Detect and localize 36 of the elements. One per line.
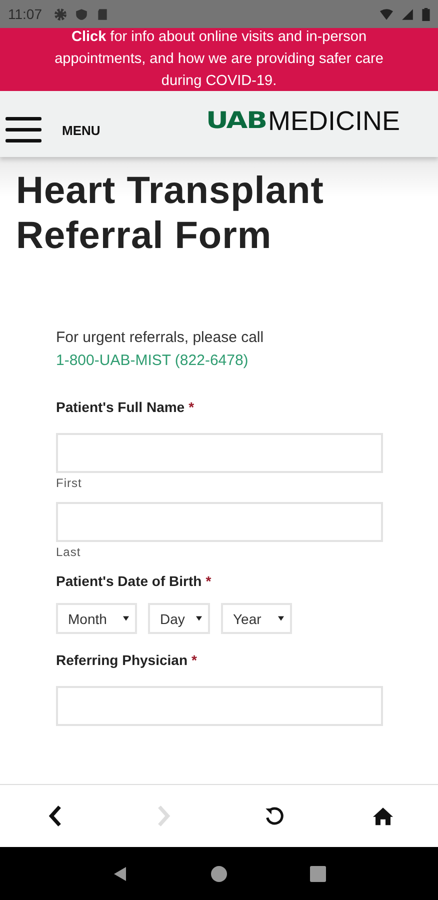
logo-mark: UAB	[206, 108, 266, 134]
status-time: 11:07	[8, 6, 42, 22]
recents-icon[interactable]	[310, 866, 326, 882]
shield-icon	[75, 8, 88, 20]
text-field[interactable]	[56, 686, 383, 726]
signal-icon	[401, 8, 414, 20]
battery-icon	[422, 8, 430, 20]
menu-button[interactable]: MENU	[0, 117, 100, 143]
field-hint: First	[56, 476, 83, 490]
field-label: Patient's Full Name	[56, 399, 185, 415]
dropdown[interactable]: Month	[56, 603, 137, 634]
dropdown[interactable]: Year	[221, 603, 292, 634]
reload-icon[interactable]	[264, 805, 284, 827]
gear-icon	[54, 8, 67, 20]
field-hint: Last	[56, 545, 82, 559]
page-title: Heart Transplant Referral Form	[16, 169, 325, 259]
logo-text: MEDICINE	[268, 106, 400, 136]
required-mark: *	[206, 573, 212, 589]
home-icon[interactable]	[210, 866, 227, 882]
wifi-icon	[380, 8, 393, 20]
text-field[interactable]	[56, 502, 383, 542]
dropdown[interactable]: Day	[148, 603, 210, 634]
text-field[interactable]	[56, 433, 383, 473]
field-label: Referring Physician	[56, 652, 188, 668]
urgent-text: For urgent referrals, please call	[56, 329, 265, 346]
banner-text[interactable]: Click for info about online visits and in-person appointments, and how we are providing safer care during COVID-19.	[34, 26, 404, 92]
home-icon[interactable]	[373, 805, 394, 827]
dropdown-arrow-icon	[196, 616, 202, 621]
sd-card-icon	[96, 8, 109, 20]
required-mark: *	[192, 652, 197, 668]
field-label: Patient's Date of Birth	[56, 573, 202, 589]
back-icon[interactable]	[112, 866, 128, 882]
menu-icon	[5, 117, 42, 143]
dropdown-arrow-icon	[123, 616, 129, 621]
dropdown-arrow-icon	[278, 616, 284, 621]
required-mark: *	[188, 399, 194, 415]
